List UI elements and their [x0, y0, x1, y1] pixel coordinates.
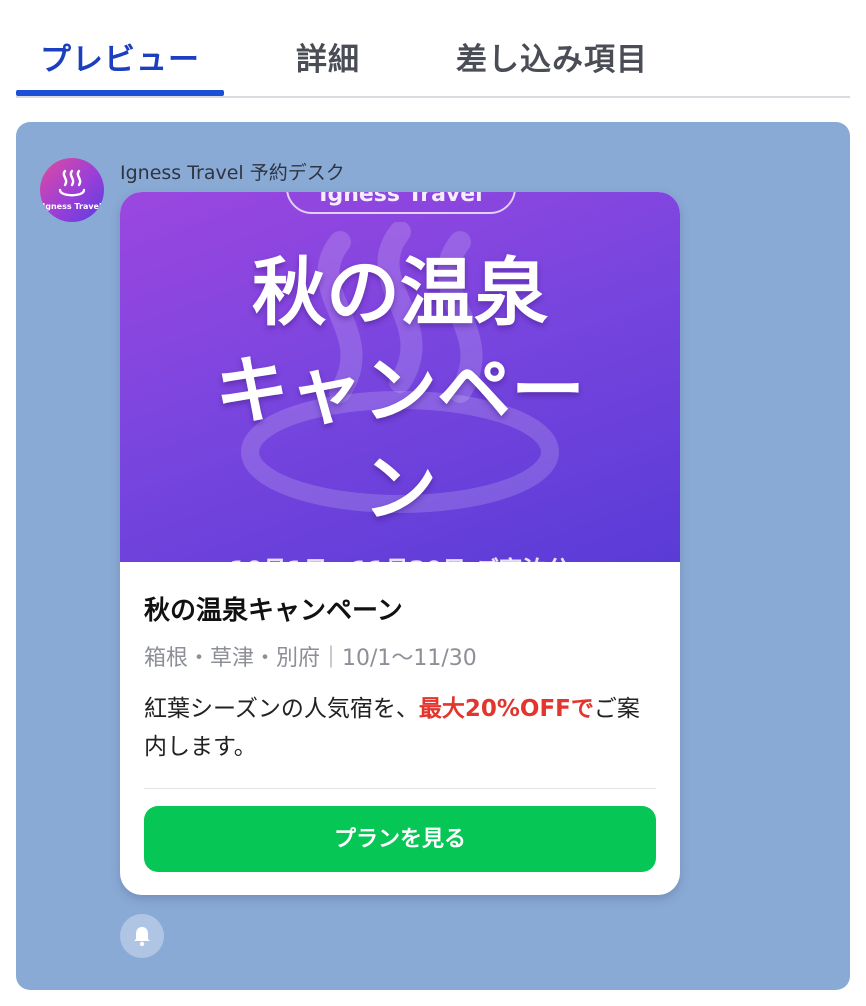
card-description: 紅葉シーズンの人気宿を、最大20%OFFでご案内します。 [144, 690, 656, 766]
hero-title-line: ン [363, 446, 437, 532]
hero-logo-badge: Igness Travel [286, 192, 516, 214]
hero-logo-text: Igness Travel [319, 192, 483, 207]
card-meta: 箱根・草津・別府｜10/1〜11/30 [144, 646, 477, 671]
divider [144, 788, 656, 789]
description-text: 紅葉シーズンの人気宿を、 [144, 696, 419, 722]
hot-spring-icon [58, 169, 86, 197]
discount-highlight: 最大20%OFFで [418, 696, 594, 722]
tab-preview[interactable]: プレビュー [40, 34, 200, 79]
message-card: Igness Travel 秋の温泉 キャンペー ン 10月1日〜11月30日 … [120, 192, 680, 895]
notification-button[interactable] [120, 914, 164, 958]
view-plans-button[interactable]: プランを見る [144, 806, 656, 872]
hero-title-line: キャンペー [215, 348, 585, 434]
hero-title: 秋の温泉 キャンペー ン [120, 244, 680, 538]
avatar-label: Igness Travel [42, 202, 102, 211]
avatar: Igness Travel [40, 158, 104, 222]
hero-title-line: 秋の温泉 [252, 250, 548, 336]
active-tab-indicator [16, 90, 224, 96]
chat-preview-area: Igness Travel Igness Travel 予約デスク Igness… [16, 122, 850, 990]
card-title: 秋の温泉キャンペーン [144, 596, 403, 626]
hero-image[interactable]: Igness Travel 秋の温泉 キャンペー ン 10月1日〜11月30日 … [120, 192, 680, 562]
tab-merge-fields[interactable]: 差し込み項目 [456, 34, 648, 79]
sender-name: Igness Travel 予約デスク [120, 162, 345, 184]
tab-details[interactable]: 詳細 [296, 34, 360, 79]
hero-subtitle: 10月1日〜11月30日 ご宿泊分 [120, 550, 680, 562]
bell-icon [134, 927, 150, 947]
tab-bar: プレビュー 詳細 差し込み項目 [16, 0, 850, 98]
